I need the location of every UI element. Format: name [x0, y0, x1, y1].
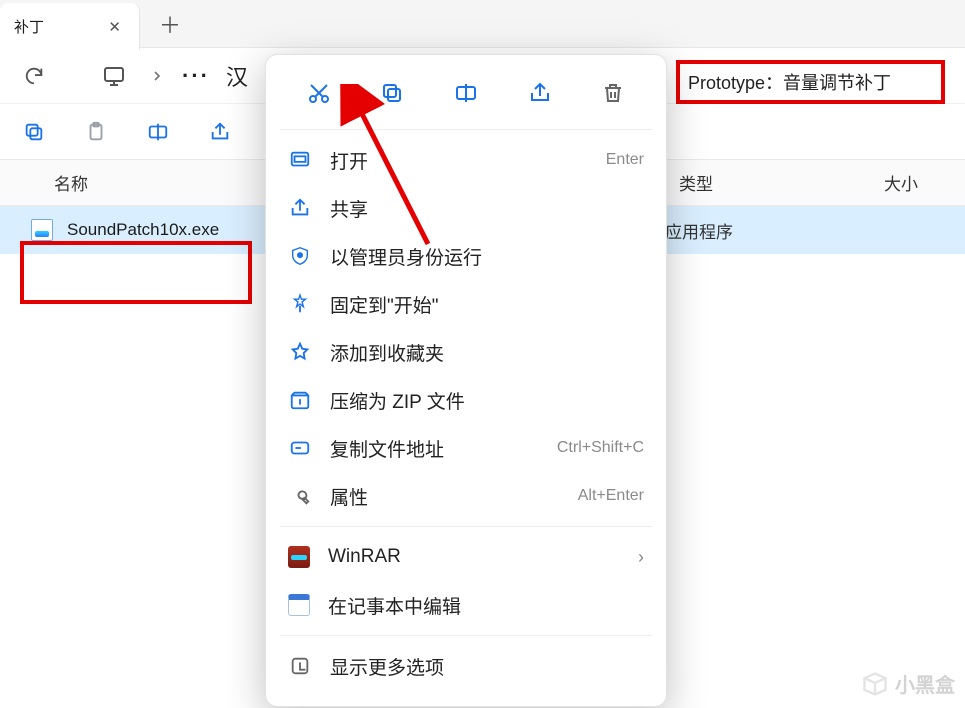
tab-title: 补丁 [14, 16, 44, 37]
watermark: 小黑盒 [861, 669, 955, 698]
column-header-size[interactable]: 大小 [884, 170, 965, 195]
close-icon[interactable]: ✕ [108, 18, 121, 36]
menu-item-winrar[interactable]: WinRAR › [266, 533, 666, 581]
chevron-right-icon[interactable] [140, 52, 174, 100]
tab-active[interactable]: 补丁 ✕ [0, 3, 140, 50]
menu-item-add-favorite[interactable]: 添加到收藏夹 [266, 328, 666, 376]
window-title-highlight: Prototype：音量调节补丁 [676, 60, 945, 104]
breadcrumb-segment[interactable]: 汉 [226, 60, 248, 92]
cut-icon[interactable] [299, 73, 339, 113]
window-tabs: 补丁 ✕ ＋ [0, 0, 965, 48]
monitor-icon[interactable] [90, 52, 138, 100]
notepad-icon [288, 594, 310, 616]
menu-item-copy-path[interactable]: 复制文件地址 Ctrl+Shift+C [266, 424, 666, 472]
menu-item-run-as-admin[interactable]: 以管理员身份运行 [266, 232, 666, 280]
rename-icon[interactable] [446, 73, 486, 113]
menu-item-share[interactable]: 共享 [266, 184, 666, 232]
menu-item-compress-zip[interactable]: 压缩为 ZIP 文件 [266, 376, 666, 424]
menu-item-show-more-options[interactable]: 显示更多选项 [266, 642, 666, 690]
column-header-type[interactable]: 类型 [679, 170, 884, 195]
watermark-text: 小黑盒 [895, 669, 955, 698]
new-tab-button[interactable]: ＋ [148, 2, 192, 46]
refresh-icon[interactable] [10, 52, 58, 100]
breadcrumb-overflow[interactable]: ··· [176, 52, 216, 100]
window-title-text: Prototype：音量调节补丁 [688, 69, 891, 95]
rename-icon[interactable] [134, 108, 182, 156]
context-menu-quick-actions [266, 65, 666, 123]
chevron-right-icon: › [638, 547, 644, 568]
paste-icon[interactable] [72, 108, 120, 156]
copy-icon[interactable] [372, 73, 412, 113]
share-icon[interactable] [196, 108, 244, 156]
menu-item-edit-notepad[interactable]: 在记事本中编辑 [266, 581, 666, 629]
menu-item-properties[interactable]: 属性 Alt+Enter [266, 472, 666, 520]
share-icon[interactable] [520, 73, 560, 113]
winrar-icon [288, 546, 310, 568]
copy-icon[interactable] [10, 108, 58, 156]
menu-item-pin-to-start[interactable]: 固定到"开始" [266, 280, 666, 328]
menu-item-open[interactable]: 打开 Enter [266, 136, 666, 184]
context-menu: 打开 Enter 共享 以管理员身份运行 固定到"开始" 添加到收藏夹 压缩为 … [265, 54, 667, 707]
file-type: 应用程序 [665, 218, 870, 243]
exe-file-icon [27, 218, 57, 242]
delete-icon[interactable] [593, 73, 633, 113]
